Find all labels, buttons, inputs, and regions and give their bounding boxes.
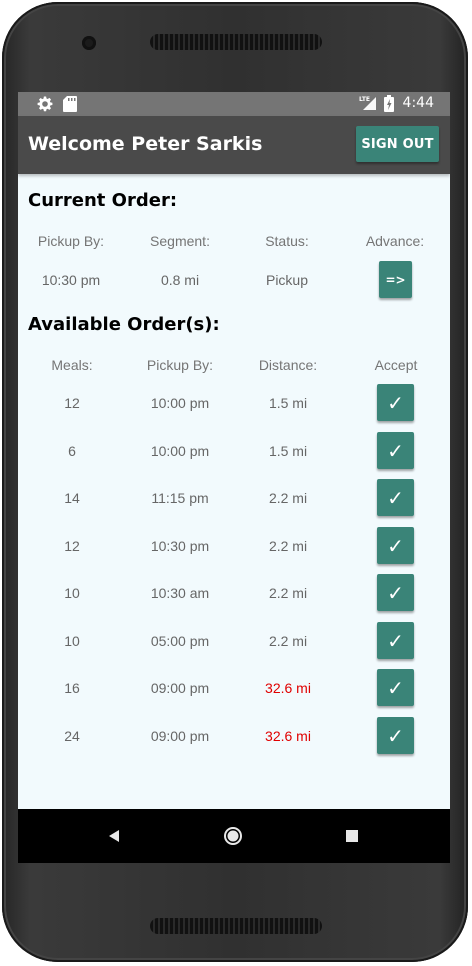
advance-button[interactable]: =>: [379, 261, 412, 298]
order-meals: 24: [64, 728, 80, 744]
order-distance: 32.6 mi: [265, 728, 311, 744]
order-distance: 32.6 mi: [265, 680, 311, 696]
order-distance: 1.5 mi: [268, 443, 308, 459]
accept-order-button[interactable]: ✓: [377, 527, 414, 564]
sd-card-icon: [63, 96, 77, 116]
accept-order-button[interactable]: ✓: [377, 574, 414, 611]
order-distance: 2.2 mi: [268, 538, 308, 554]
system-nav-bar: [18, 809, 450, 863]
accept-order-button[interactable]: ✓: [377, 669, 414, 706]
current-pickup-header: Pickup By:: [37, 233, 105, 249]
order-pickup-by: 10:30 am: [150, 585, 210, 601]
welcome-title: Welcome Peter Sarkis: [28, 133, 263, 155]
meals-header: Meals:: [51, 357, 93, 373]
order-meals: 12: [64, 538, 80, 554]
distance-header: Distance:: [258, 357, 318, 373]
order-distance: 2.2 mi: [268, 585, 308, 601]
order-meals: 16: [64, 680, 80, 696]
order-meals: 6: [68, 443, 76, 459]
recents-icon[interactable]: [322, 809, 382, 863]
current-status-value: Pickup: [265, 272, 309, 288]
app-bar: Welcome Peter Sarkis SIGN OUT: [18, 116, 450, 174]
order-distance: 2.2 mi: [268, 490, 308, 506]
current-status-header: Status:: [265, 233, 309, 249]
pickup-by-header: Pickup By:: [146, 357, 214, 373]
order-pickup-by: 09:00 pm: [150, 728, 210, 744]
order-distance: 2.2 mi: [268, 633, 308, 649]
accept-order-button[interactable]: ✓: [377, 384, 414, 421]
order-meals: 10: [64, 633, 80, 649]
order-meals: 10: [64, 585, 80, 601]
order-pickup-by: 09:00 pm: [150, 680, 210, 696]
current-advance-header: Advance:: [365, 233, 425, 249]
order-pickup-by: 05:00 pm: [150, 633, 210, 649]
front-camera: [82, 36, 96, 50]
device-frame: LTE 4:44 Welcome Peter Sarkis SIGN OUT C…: [0, 0, 472, 966]
order-meals: 14: [64, 490, 80, 506]
order-pickup-by: 10:00 pm: [150, 395, 210, 411]
order-distance: 1.5 mi: [268, 395, 308, 411]
current-segment-value: 0.8 mi: [160, 272, 200, 288]
lte-signal-icon: LTE: [359, 95, 377, 115]
order-pickup-by: 10:30 pm: [150, 538, 210, 554]
bottom-speaker-grille: [150, 918, 322, 934]
app-screen: LTE 4:44 Welcome Peter Sarkis SIGN OUT C…: [18, 92, 450, 863]
current-pickup-value: 10:30 pm: [41, 272, 101, 288]
settings-icon: [37, 96, 53, 116]
battery-icon: [384, 95, 394, 116]
top-speaker-grille: [150, 34, 322, 50]
accept-order-button[interactable]: ✓: [377, 622, 414, 659]
back-icon[interactable]: [84, 809, 144, 863]
clock-time: 4:44: [402, 95, 434, 111]
order-pickup-by: 10:00 pm: [150, 443, 210, 459]
sign-out-button[interactable]: SIGN OUT: [356, 126, 439, 162]
current-segment-header: Segment:: [150, 233, 210, 249]
order-pickup-by: 11:15 pm: [151, 490, 209, 506]
accept-order-button[interactable]: ✓: [377, 717, 414, 754]
available-orders-title: Available Order(s):: [28, 314, 220, 335]
lte-label: LTE: [359, 96, 370, 103]
current-order-title: Current Order:: [28, 190, 178, 211]
home-icon[interactable]: [203, 809, 263, 863]
order-meals: 12: [64, 395, 80, 411]
accept-order-button[interactable]: ✓: [377, 432, 414, 469]
status-bar: LTE 4:44: [18, 92, 450, 116]
accept-header: Accept: [374, 357, 418, 373]
accept-order-button[interactable]: ✓: [377, 479, 414, 516]
